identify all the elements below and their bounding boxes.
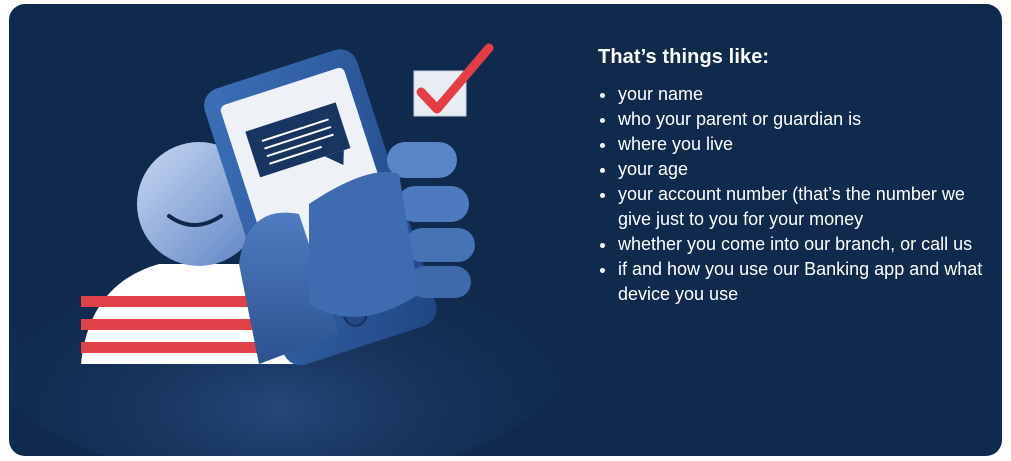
list-item-text: your name	[618, 84, 704, 104]
list-item: your account number (that’s the number w…	[598, 182, 988, 232]
list-item: your name	[598, 82, 988, 107]
list-item: where you live	[598, 132, 988, 157]
bullet-icon	[600, 268, 605, 273]
bullet-icon	[600, 93, 605, 98]
list-item-text: where you live	[618, 134, 734, 154]
list-item: if and how you use our Banking app and w…	[598, 257, 988, 307]
info-card: That’s things like: your name who your p…	[9, 4, 1002, 456]
checkbox-checked-icon	[413, 43, 494, 117]
list-item-text: your account number (that’s the number w…	[618, 184, 965, 229]
list-item-text: your age	[618, 159, 689, 179]
illustration	[9, 4, 569, 456]
bullet-icon	[600, 193, 605, 198]
bullet-icon	[600, 143, 605, 148]
list-item-text: if and how you use our Banking app and w…	[618, 259, 983, 304]
bullet-icon	[600, 168, 605, 173]
list-item: whether you come into our branch, or cal…	[598, 232, 988, 257]
list-item-text: who your parent or guardian is	[618, 109, 862, 129]
bullet-icon	[600, 118, 605, 123]
list-heading: That’s things like:	[598, 46, 770, 68]
list-item-text: whether you come into our branch, or cal…	[618, 234, 973, 254]
list-item: who your parent or guardian is	[598, 107, 988, 132]
info-text-panel: That’s things like: your name who your p…	[598, 44, 988, 307]
data-items-list: your name who your parent or guardian is…	[598, 82, 988, 307]
person-with-phone-illustration	[9, 43, 569, 456]
bullet-icon	[600, 243, 605, 248]
list-item: your age	[598, 157, 988, 182]
